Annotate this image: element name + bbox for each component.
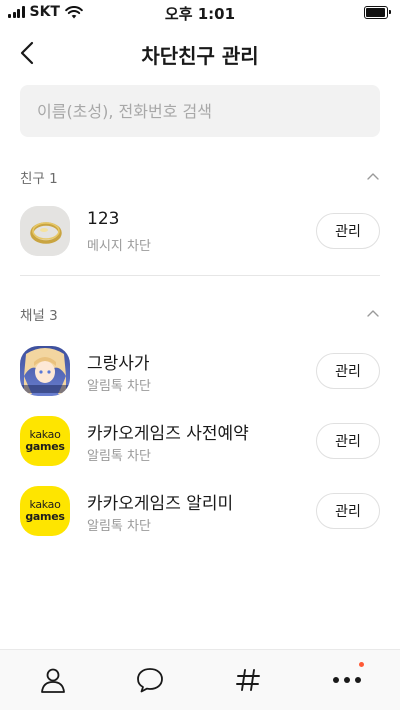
gransaga-avatar [20, 346, 70, 396]
page-title: 차단친구 관리 [141, 44, 259, 68]
more-icon [333, 677, 361, 683]
kakao-games-logo: kakao games [20, 416, 70, 466]
block-status: 알림톡 차단 [87, 379, 151, 394]
chevron-up-icon [367, 310, 379, 317]
collapse-friends-button[interactable] [362, 165, 384, 187]
channel-name: 카카오게임즈 사전예약 [87, 424, 249, 444]
block-status: 알림톡 차단 [87, 519, 151, 534]
channel-name: 카카오게임즈 알리미 [87, 494, 234, 514]
manage-button[interactable]: 관리 [316, 493, 380, 529]
section-title-channels: 채널 3 [20, 308, 58, 324]
header: 차단친구 관리 [0, 30, 400, 76]
chat-bubble-icon [137, 668, 163, 693]
section-header-friends: 친구 1 [0, 161, 400, 191]
manage-button[interactable]: 관리 [316, 423, 380, 459]
tab-more[interactable] [331, 662, 364, 696]
tab-view[interactable] [232, 664, 264, 696]
manage-button[interactable]: 관리 [316, 353, 380, 389]
anime-character-logo [20, 346, 70, 396]
kakao-games-logo: kakao games [20, 486, 70, 536]
section-title-friends: 친구 1 [20, 171, 58, 187]
logo-text: games [25, 440, 65, 453]
list-item[interactable]: kakao games 카카오게임즈 알리미 알림톡 차단 관리 [0, 479, 400, 543]
ring-photo-avatar [20, 206, 70, 256]
tab-chats[interactable] [134, 664, 166, 696]
list-item[interactable]: 그랑사가 알림톡 차단 관리 [0, 339, 400, 403]
tab-friends[interactable] [37, 664, 69, 696]
list-item[interactable]: 123 메시지 차단 관리 [0, 199, 400, 263]
person-icon [41, 668, 65, 693]
channel-name: 그랑사가 [87, 354, 150, 374]
friend-name: 123 [87, 209, 120, 229]
search-box [20, 85, 380, 137]
section-divider [20, 275, 380, 276]
ring-icon [20, 206, 70, 256]
block-status: 메시지 차단 [87, 239, 151, 254]
block-status: 알림톡 차단 [87, 449, 151, 464]
chevron-up-icon [367, 173, 379, 180]
list-item[interactable]: kakao games 카카오게임즈 사전예약 알림톡 차단 관리 [0, 409, 400, 473]
status-bar: SKT 오후 1:01 [0, 0, 400, 26]
status-time: 오후 1:01 [164, 5, 236, 23]
bottom-tab-bar [0, 649, 400, 710]
section-header-channels: 채널 3 [0, 298, 400, 328]
collapse-channels-button[interactable] [362, 302, 384, 324]
notification-dot [359, 662, 364, 667]
battery-icon [364, 6, 391, 19]
logo-text: games [25, 510, 65, 523]
search-input[interactable] [20, 85, 380, 137]
hashtag-icon [236, 669, 260, 691]
manage-button[interactable]: 관리 [316, 213, 380, 249]
